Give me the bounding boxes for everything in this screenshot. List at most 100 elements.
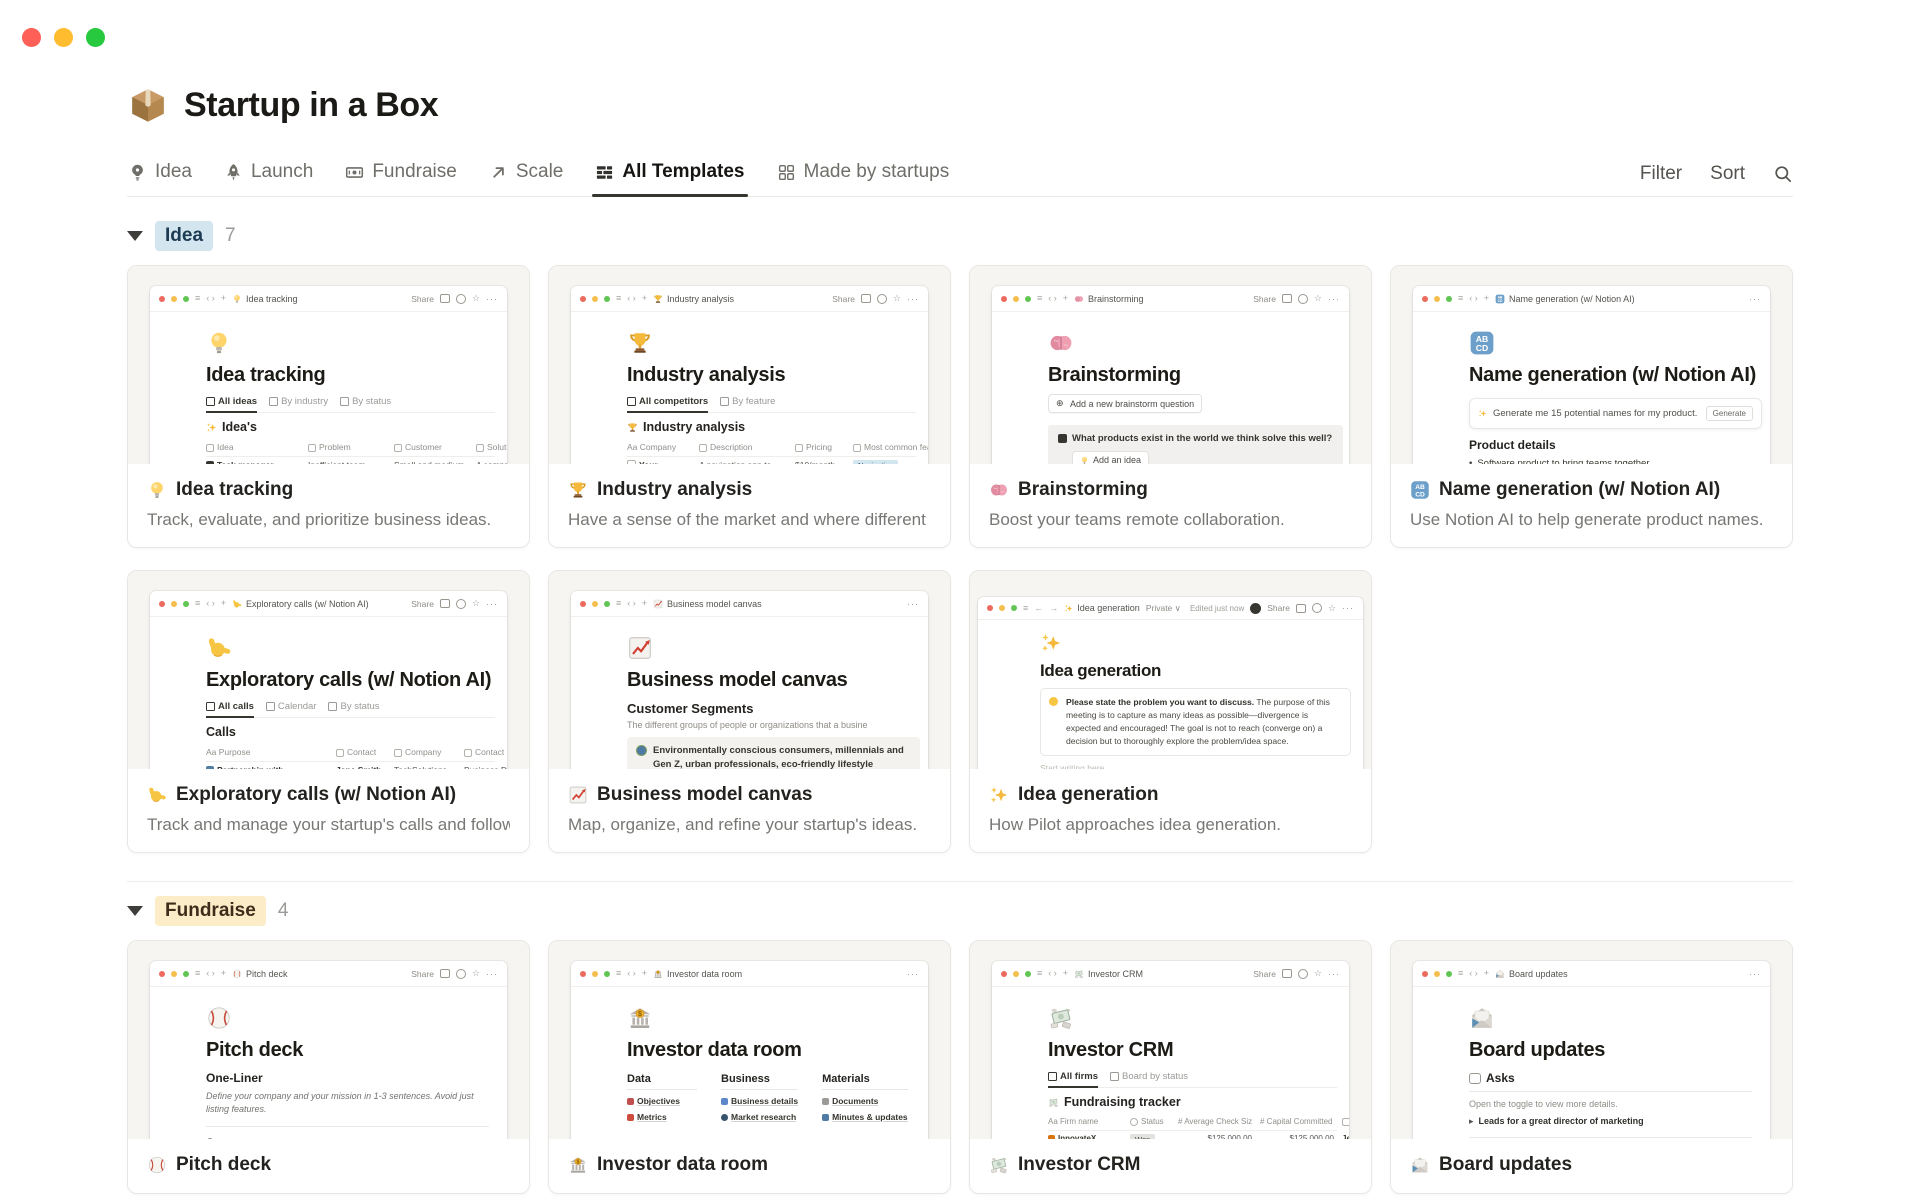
card-idea-generation[interactable]: ≡ ← → Idea generation Private ∨ Edited jus… [969,570,1372,853]
more-icon: ··· [1749,293,1761,304]
ai-prompt-box: Generate me 15 potential names for my pr… [1469,398,1762,429]
clock-icon [455,598,466,609]
template-thumbnail: ≡ ‹ › + Pitch deck Share ☆ ··· Pitch deck On… [128,941,529,1139]
section-pill-idea[interactable]: Idea [155,221,214,251]
star-icon: ☆ [892,293,901,303]
star-icon: ☆ [1313,968,1322,978]
card-industry-analysis[interactable]: ≡ ‹ › + Industry analysis Share ☆ ··· Indust… [548,265,951,548]
money-wings-emoji [1048,1097,1059,1108]
gallery-icon [595,163,614,182]
package-icon [127,84,169,126]
card-exploratory-calls[interactable]: ≡ ‹ › + Exploratory calls (w/ Notion AI) S… [127,570,530,853]
tab-made-by-startups[interactable]: Made by startups [776,152,951,196]
template-thumbnail: ≡ ‹ › + Investor data room ··· Investor da… [549,941,950,1139]
template-thumbnail: ≡ ‹ › + Name generation (w/ Notion AI) ···… [1391,266,1792,464]
comment-icon [439,294,450,303]
zoom-window-button[interactable] [86,28,105,47]
comment-icon [1281,969,1292,978]
template-thumbnail: ≡ ‹ › + Brainstorming Share ☆ ··· Brainstorm… [970,266,1371,464]
section-header-fundraise: Fundraise 4 [127,896,1793,926]
more-icon: ··· [1328,293,1340,304]
star-icon: ☆ [471,293,480,303]
tab-launch[interactable]: Launch [223,152,314,196]
tab-all-templates[interactable]: All Templates [592,152,748,197]
lightbulb-emoji [147,480,167,500]
template-thumbnail: ≡ ‹ › + Business model canvas ··· Business… [549,571,950,769]
view-actions: Filter Sort [1640,163,1793,185]
lightbulb-emoji [1080,456,1089,464]
card-footer: Exploratory calls (w/ Notion AI) Track a… [128,769,529,852]
tab-fundraise[interactable]: Fundraise [344,152,458,196]
star-icon: ☆ [1313,293,1322,303]
lightbulb-icon [128,163,147,182]
card-idea-tracking[interactable]: ≡ ‹ › + Idea tracking Share ☆ ··· Idea track… [127,265,530,548]
sort-button[interactable]: Sort [1710,163,1745,185]
section-divider [127,881,1793,882]
globe-emoji [636,745,647,756]
grid-icon [777,163,796,182]
card-icon [1058,434,1067,443]
close-window-button[interactable] [22,28,41,47]
mini-browser-chrome: ≡ ‹ › + Brainstorming Share ☆ ··· [992,286,1349,312]
card-investor-crm[interactable]: ≡ ‹ › + Investor CRM Share ☆ ··· Investor CR… [969,940,1372,1194]
add-brainstorm-question-button: ⊕ Add a new brainstorm question [1048,394,1203,413]
card-board-updates[interactable]: ≡ ‹ › + Board updates ··· Board updates As… [1390,940,1793,1194]
card-pitch-deck[interactable]: ≡ ‹ › + Pitch deck Share ☆ ··· Pitch deck On… [127,940,530,1194]
more-icon: ··· [907,968,919,979]
more-icon: ··· [1342,603,1354,613]
call-me-hand-emoji [206,635,232,661]
template-grid-idea: ≡ ‹ › + Idea tracking Share ☆ ··· Idea track… [127,265,1793,853]
card-footer: Name generation (w/ Notion AI) Use Notio… [1391,464,1792,547]
star-icon: ☆ [1327,602,1336,613]
sparkles-emoji [1478,409,1487,418]
page-title: Startup in a Box [127,0,1793,126]
more-icon: ··· [486,598,498,609]
comment-icon [1295,603,1306,613]
mini-browser-chrome: ≡ ‹ › + Name generation (w/ Notion AI) ··· [1413,286,1770,312]
abcd-emoji [1469,330,1495,356]
clock-icon [1311,603,1322,613]
card-business-model-canvas[interactable]: ≡ ‹ › + Business model canvas ··· Business… [548,570,951,853]
card-footer: Investor data room [549,1139,950,1193]
template-grid-fundraise: ≡ ‹ › + Pitch deck Share ☆ ··· Pitch deck On… [127,940,1793,1194]
mini-browser-chrome: ≡ ‹ › + Pitch deck Share ☆ ··· [150,961,507,987]
add-idea-button: Add an idea [1072,451,1150,464]
sparkles-emoji [1064,604,1073,613]
filter-button[interactable]: Filter [1640,163,1682,185]
bank-emoji [627,1005,653,1031]
envelope-emoji [1410,1155,1430,1175]
card-footer: Pitch deck [128,1139,529,1193]
more-icon: ··· [1328,968,1340,979]
window-controls [22,28,105,47]
mini-browser-chrome: ≡ ‹ › + Exploratory calls (w/ Notion AI) S… [150,591,507,617]
baseball-emoji [147,1155,167,1175]
clock-icon [1297,293,1308,304]
section-pill-fundraise[interactable]: Fundraise [155,896,266,926]
chart-up-emoji [653,599,663,609]
comment-icon [1281,294,1292,303]
banknote-icon [345,163,364,182]
card-brainstorming[interactable]: ≡ ‹ › + Brainstorming Share ☆ ··· Brainstorm… [969,265,1372,548]
bank-emoji [568,1155,588,1175]
card-footer: Business model canvas Map, organize, and… [549,769,950,852]
page-title-text: Startup in a Box [184,85,439,124]
money-wings-emoji [1074,969,1084,979]
collapse-triangle-icon[interactable] [127,906,143,916]
speech-bubble-icon [1469,1072,1481,1084]
mini-browser-chrome: ≡ ‹ › + Board updates ··· [1413,961,1770,987]
brain-emoji [989,480,1009,500]
tab-idea[interactable]: Idea [127,152,193,196]
lightbulb-emoji [232,294,242,304]
minimize-window-button[interactable] [54,28,73,47]
card-investor-data-room[interactable]: ≡ ‹ › + Investor data room ··· Investor da… [548,940,951,1194]
chart-up-emoji [627,635,653,661]
lightbulb-emoji [1049,697,1058,706]
collapse-triangle-icon[interactable] [127,231,143,241]
call-me-hand-emoji [147,785,167,805]
tab-scale[interactable]: Scale [488,152,565,196]
arrow-up-right-icon [489,163,508,182]
card-name-generation[interactable]: ≡ ‹ › + Name generation (w/ Notion AI) ···… [1390,265,1793,548]
sparkles-emoji [1040,632,1062,654]
search-icon[interactable] [1773,164,1793,184]
clock-icon [455,293,466,304]
